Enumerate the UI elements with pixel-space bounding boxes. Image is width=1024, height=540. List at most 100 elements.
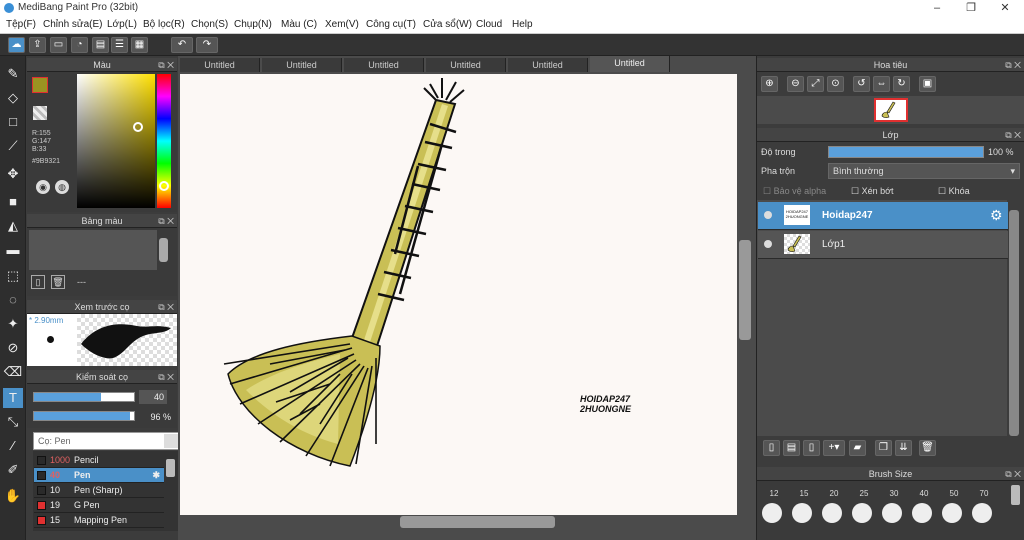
- menu-view[interactable]: Xem(V): [325, 19, 359, 30]
- brush-size-label[interactable]: 30: [879, 489, 909, 498]
- delete-layer-icon[interactable]: 🗑: [919, 440, 936, 456]
- lock-checkbox[interactable]: ☐ Khóa: [938, 186, 970, 197]
- color-picker-cursor[interactable]: [133, 122, 143, 132]
- brush-size-label[interactable]: 20: [819, 489, 849, 498]
- gear-icon[interactable]: ⚙: [990, 207, 1003, 224]
- flip-icon[interactable]: ⇔: [873, 76, 890, 92]
- tab-document-active[interactable]: Untitled: [590, 56, 670, 72]
- menu-cloud[interactable]: Cloud: [476, 19, 502, 30]
- menu-filter[interactable]: Bộ lọc(R): [143, 19, 185, 30]
- vertical-scrollbar[interactable]: [739, 240, 751, 340]
- panel-close-icon[interactable]: ⧉ ✕: [158, 58, 174, 72]
- new-layer-1bit-icon[interactable]: ▯: [803, 440, 820, 456]
- menu-edit[interactable]: Chỉnh sửa(E): [43, 19, 103, 30]
- actual-size-icon[interactable]: ⊙: [827, 76, 844, 92]
- document-icon[interactable]: ▤: [92, 37, 109, 53]
- brush-size-label[interactable]: 15: [789, 489, 819, 498]
- brush-size-preset[interactable]: [972, 503, 992, 523]
- panel-close-icon[interactable]: ⧉ ✕: [158, 300, 174, 314]
- brush-size-label[interactable]: 25: [849, 489, 879, 498]
- move-tool-icon[interactable]: ✥: [3, 164, 23, 184]
- new-palette-icon[interactable]: ▯: [31, 275, 45, 289]
- brush-size-preset[interactable]: [852, 503, 872, 523]
- hue-slider-handle[interactable]: [159, 181, 169, 191]
- eye-icon[interactable]: [764, 211, 772, 219]
- brush-item-pencil[interactable]: 1000 Pencil: [34, 453, 164, 468]
- fill-rect-tool-icon[interactable]: ■: [3, 192, 23, 212]
- redo-icon[interactable]: ↷: [196, 37, 218, 53]
- brush-size-preset[interactable]: [822, 503, 842, 523]
- brush-size-label[interactable]: 70: [969, 489, 999, 498]
- lasso-tool-icon[interactable]: ◌: [3, 290, 23, 310]
- chat-icon[interactable]: ◔: [71, 37, 88, 53]
- brush-item-g-pen[interactable]: 19 G Pen: [34, 498, 164, 513]
- share-icon[interactable]: ⇪: [29, 37, 46, 53]
- zoom-out-icon[interactable]: ⊖: [787, 76, 804, 92]
- rotate-left-icon[interactable]: ↺: [853, 76, 870, 92]
- eye-icon[interactable]: [764, 240, 772, 248]
- horizontal-scrollbar[interactable]: [400, 516, 555, 528]
- menu-window[interactable]: Cửa sổ(W): [423, 19, 472, 30]
- duplicate-layer-icon[interactable]: ❐: [875, 440, 892, 456]
- close-icon[interactable]: ✕: [988, 0, 1022, 16]
- panel-close-icon[interactable]: ⧉ ✕: [1005, 467, 1021, 481]
- delete-palette-icon[interactable]: 🗑: [51, 275, 65, 289]
- tab-document[interactable]: Untitled: [344, 58, 424, 72]
- grid-icon[interactable]: ▦: [131, 37, 148, 53]
- merge-layer-icon[interactable]: ⇊: [895, 440, 912, 456]
- layer-list-scrollbar[interactable]: [1009, 210, 1019, 436]
- brush-item-pen[interactable]: 40 Pen ✱: [34, 468, 164, 483]
- layer-opacity-slider[interactable]: [828, 146, 984, 158]
- brush-size-label[interactable]: 40: [909, 489, 939, 498]
- tab-document[interactable]: Untitled: [262, 58, 342, 72]
- maximize-icon[interactable]: ❐: [954, 0, 988, 16]
- menu-layer[interactable]: Lớp(L): [107, 19, 137, 30]
- new-layer-icon[interactable]: ▯: [763, 440, 780, 456]
- panel-close-icon[interactable]: ⧉ ✕: [1005, 58, 1021, 72]
- brush-size-preset[interactable]: [942, 503, 962, 523]
- brush-size-value[interactable]: 40: [139, 390, 167, 404]
- layer-item-lop1[interactable]: Lớp1: [758, 231, 1008, 259]
- pen-tool-icon[interactable]: ✐: [3, 460, 23, 480]
- gradient-tool-icon[interactable]: ▬: [3, 240, 23, 260]
- palette-swatch-area[interactable]: [29, 230, 157, 270]
- folder-icon[interactable]: ▰: [849, 440, 866, 456]
- saturation-value-picker[interactable]: [77, 74, 155, 208]
- select-eraser-tool-icon[interactable]: ⌫: [3, 362, 23, 382]
- brush-size-label[interactable]: 12: [759, 489, 789, 498]
- color-wheel-icon[interactable]: ◉: [36, 180, 50, 194]
- line-tool-icon[interactable]: ⟋: [3, 136, 23, 156]
- comment-icon[interactable]: ▭: [50, 37, 67, 53]
- brush-item-mapping-pen[interactable]: 15 Mapping Pen: [34, 513, 164, 528]
- menu-file[interactable]: Tệp(F): [6, 19, 36, 30]
- menu-help[interactable]: Help: [512, 19, 533, 30]
- brush-size-scrollbar[interactable]: [1011, 485, 1020, 505]
- tab-document[interactable]: Untitled: [508, 58, 588, 72]
- navigator-preview[interactable]: [757, 96, 1024, 124]
- panel-close-icon[interactable]: ⧉ ✕: [158, 214, 174, 228]
- tab-document[interactable]: Untitled: [426, 58, 506, 72]
- menu-tools[interactable]: Công cụ(T): [366, 19, 416, 30]
- brush-size-preset[interactable]: [792, 503, 812, 523]
- layer-item-hoidap247[interactable]: HOIDAP247 2HUONGNE Hoidap247 ⚙: [758, 202, 1008, 230]
- dropper-tool-icon[interactable]: ⁄: [3, 436, 23, 456]
- new-layer-8bit-icon[interactable]: ▤: [783, 440, 800, 456]
- clipping-checkbox[interactable]: ☐ Xén bớt: [851, 186, 894, 197]
- brush-list-scroll-button[interactable]: [164, 434, 178, 448]
- magic-wand-tool-icon[interactable]: ✦: [3, 314, 23, 334]
- menu-select[interactable]: Chọn(S): [191, 19, 228, 30]
- rectangle-tool-icon[interactable]: □: [3, 112, 23, 132]
- brush-size-preset[interactable]: [912, 503, 932, 523]
- cloud-icon[interactable]: ☁: [8, 37, 25, 53]
- undo-icon[interactable]: ↶: [171, 37, 193, 53]
- rotate-right-icon[interactable]: ↻: [893, 76, 910, 92]
- navigator-settings-icon[interactable]: ▣: [919, 76, 936, 92]
- eraser-tool-icon[interactable]: ◇: [3, 88, 23, 108]
- menu-capture[interactable]: Chụp(N): [234, 19, 272, 30]
- tab-document[interactable]: Untitled: [180, 58, 260, 72]
- zoom-in-icon[interactable]: ⊕: [761, 76, 778, 92]
- drawing-canvas[interactable]: HOIDAP247 2HUONGNE: [180, 74, 737, 515]
- minimize-icon[interactable]: –: [920, 0, 954, 16]
- fit-screen-icon[interactable]: ⤢: [807, 76, 824, 92]
- operation-tool-icon[interactable]: ⤡: [3, 412, 23, 432]
